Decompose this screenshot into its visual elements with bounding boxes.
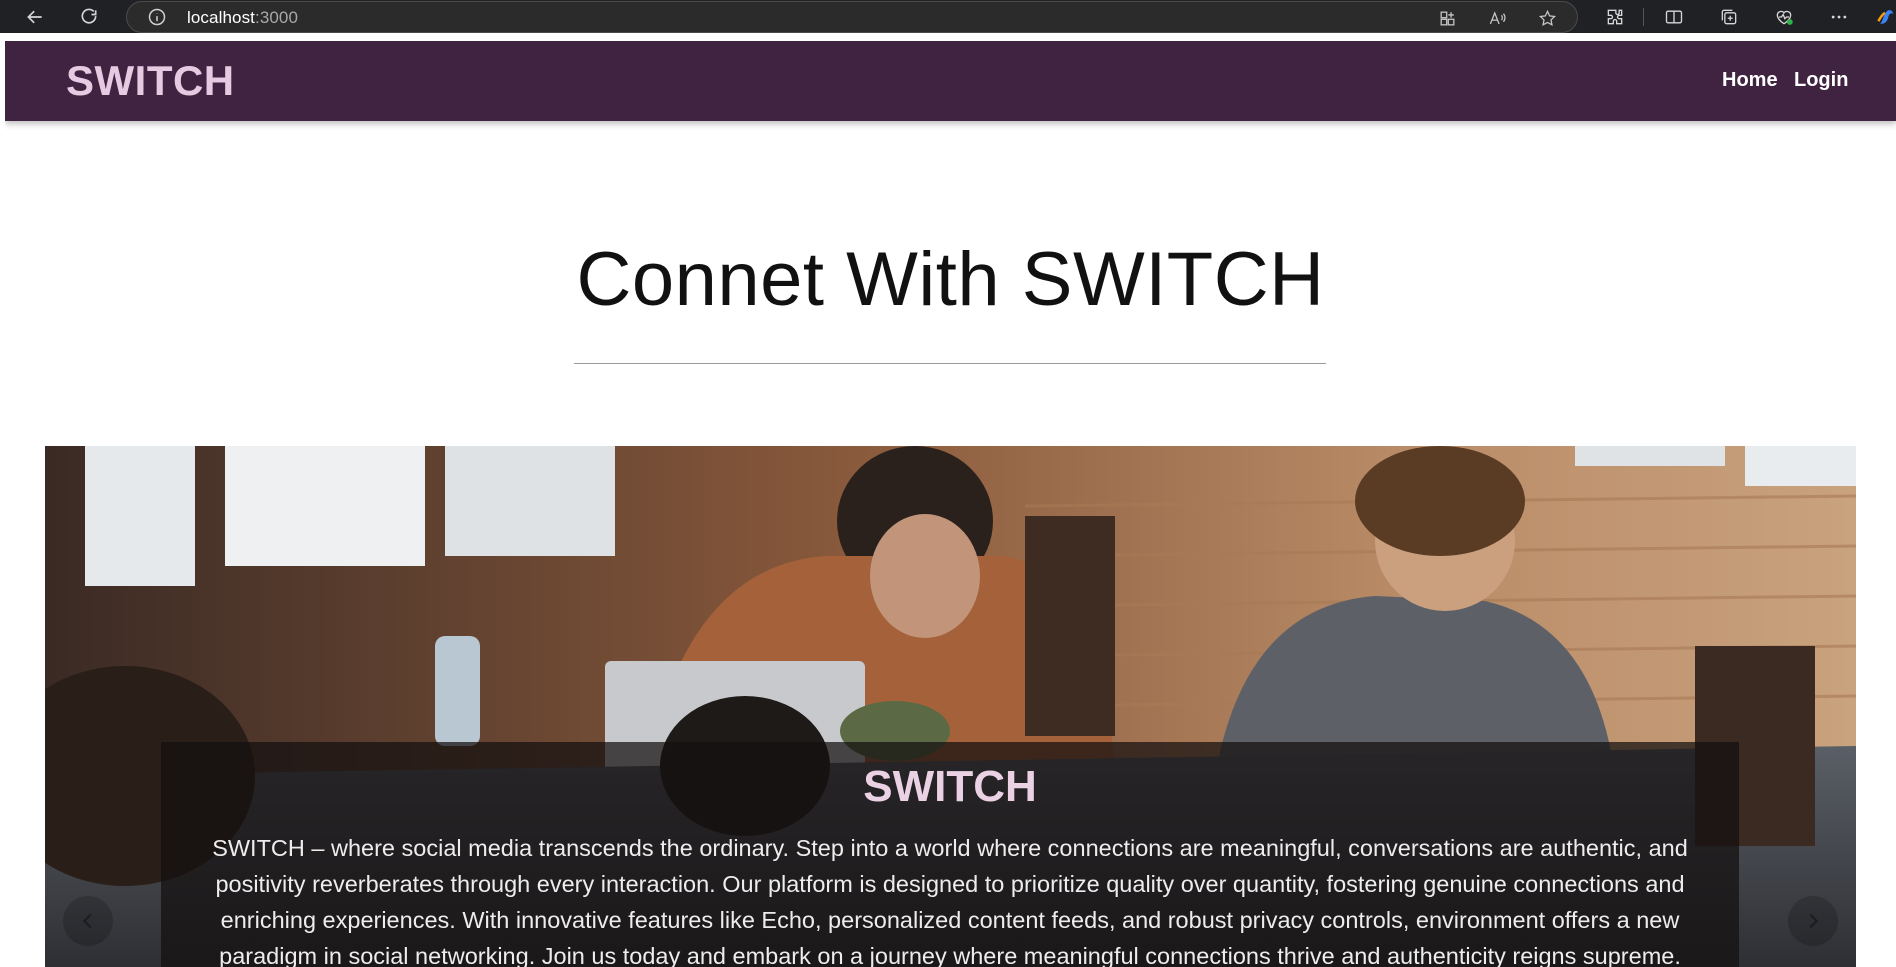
toolbar-divider xyxy=(1643,8,1644,26)
nav-login-link[interactable]: Login xyxy=(1794,69,1848,92)
brand-logo[interactable]: SWITCH xyxy=(66,57,235,105)
read-aloud-icon[interactable] xyxy=(1485,6,1509,30)
web-page: SWITCH Home Login Connet With SWITCH SWI… xyxy=(5,41,1896,967)
carousel-caption: SWITCH SWITCH – where social media trans… xyxy=(161,742,1739,967)
site-navbar: SWITCH Home Login xyxy=(5,41,1896,121)
page-title: Connet With SWITCH xyxy=(576,237,1325,322)
split-screen-icon[interactable] xyxy=(1661,4,1687,30)
back-icon[interactable] xyxy=(22,4,48,30)
carousel-next-button[interactable] xyxy=(1788,896,1838,946)
browser-toolbar: localhost:3000 xyxy=(0,0,1896,33)
hero-carousel[interactable]: SWITCH SWITCH – where social media trans… xyxy=(45,446,1856,967)
url-port: :3000 xyxy=(255,8,299,27)
refresh-icon[interactable] xyxy=(76,4,102,30)
extensions-icon[interactable] xyxy=(1602,4,1628,30)
url-text[interactable]: localhost:3000 xyxy=(187,8,298,28)
caption-title: SWITCH xyxy=(863,762,1037,811)
url-host: localhost xyxy=(187,8,255,27)
address-bar[interactable]: localhost:3000 xyxy=(126,1,1578,33)
chevron-right-icon xyxy=(1809,913,1819,929)
carousel-prev-button[interactable] xyxy=(63,896,113,946)
collections-icon[interactable] xyxy=(1716,4,1742,30)
more-menu-icon[interactable] xyxy=(1826,4,1852,30)
caption-description: SWITCH – where social media transcends t… xyxy=(212,835,1688,967)
title-divider xyxy=(574,363,1326,364)
nav-home-link[interactable]: Home xyxy=(1722,69,1778,92)
favorite-star-icon[interactable] xyxy=(1535,6,1559,30)
site-info-icon[interactable] xyxy=(147,7,167,27)
chevron-left-icon xyxy=(82,913,92,929)
copilot-icon[interactable] xyxy=(1874,4,1896,30)
app-available-icon[interactable] xyxy=(1435,6,1459,30)
browser-health-icon[interactable] xyxy=(1771,4,1797,30)
